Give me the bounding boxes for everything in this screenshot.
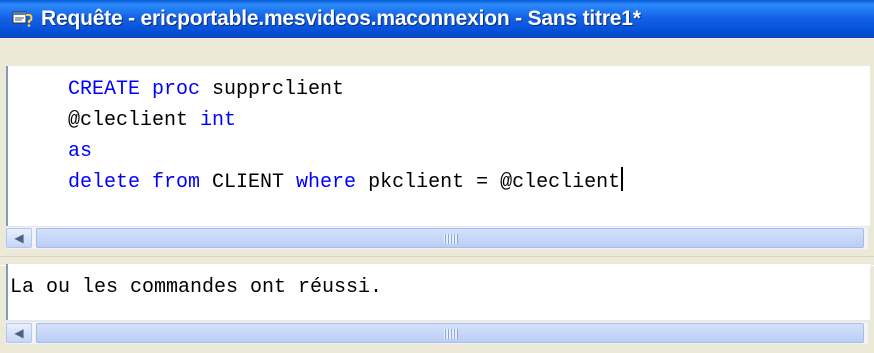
chevron-left-icon[interactable]: ◀ [6, 323, 32, 343]
code-line[interactable]: CREATE proc supprclient [68, 74, 623, 105]
sql-keyword: int [200, 109, 237, 132]
scroll-grip-icon [444, 234, 458, 244]
title-bar[interactable]: Requête - ericportable.mesvideos.maconne… [0, 0, 874, 38]
results-pane: La ou les commandes ont réussi. [6, 264, 870, 320]
query-window-icon [12, 9, 34, 27]
scroll-grip-icon [444, 329, 458, 339]
sql-token: supprclient [200, 78, 345, 101]
window-bottom-edge [0, 344, 874, 353]
sql-token: pkclient = @cleclient [356, 171, 621, 194]
sql-keyword: delete from [68, 171, 201, 194]
sql-token: @cleclient [68, 109, 201, 132]
sql-keyword: as [68, 140, 93, 163]
sql-keyword: where [296, 171, 357, 194]
editor-scroll-thumb[interactable] [36, 228, 864, 248]
code-line[interactable]: @cleclient int [68, 105, 623, 136]
query-window: Requête - ericportable.mesvideos.maconne… [0, 0, 874, 353]
results-scroll-thumb[interactable] [36, 323, 864, 343]
sql-editor[interactable]: CREATE proc supprclient @cleclient int as d… [6, 66, 870, 226]
sql-token: CLIENT [200, 171, 297, 194]
code-line[interactable]: as [68, 136, 623, 167]
result-message: La ou les commandes ont réussi. [10, 276, 383, 299]
sql-keyword: CREATE proc [68, 78, 201, 101]
editor-margin [0, 38, 874, 66]
editor-horizontal-scrollbar[interactable]: ◀ [6, 226, 868, 249]
results-horizontal-scrollbar[interactable]: ◀ [6, 321, 868, 344]
chevron-left-icon[interactable]: ◀ [6, 228, 32, 248]
editor-gutter [8, 66, 62, 226]
text-caret [621, 167, 624, 191]
code-line[interactable]: delete from CLIENT where pkclient = @cle… [68, 167, 624, 198]
sql-code[interactable]: CREATE proc supprclient @cleclient int as d… [68, 74, 624, 198]
window-title: Requête - ericportable.mesvideos.maconne… [41, 7, 641, 30]
